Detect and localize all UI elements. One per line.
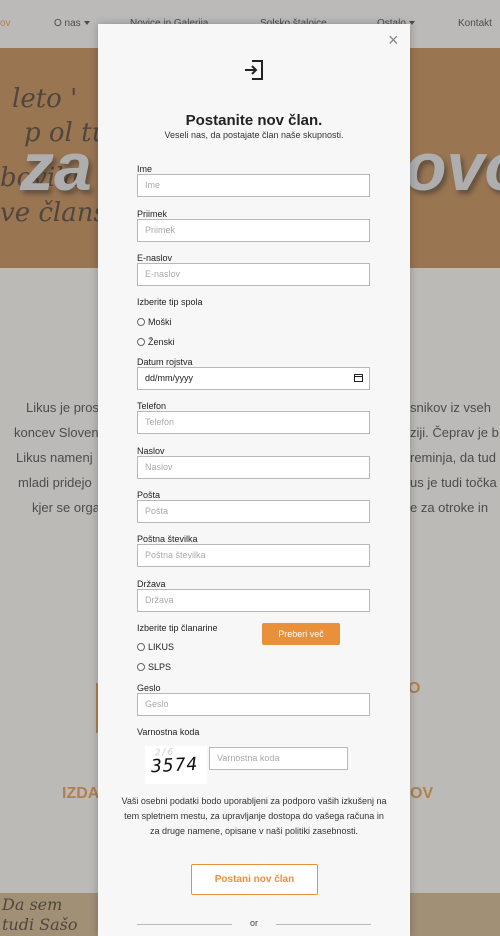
login-icon — [245, 60, 263, 80]
or-separator: or — [249, 918, 258, 928]
become-member-button[interactable]: Postani nov član — [191, 864, 318, 895]
address-input[interactable]: Naslov — [137, 456, 370, 479]
field-label: Izberite tip spola — [137, 297, 203, 307]
radio-label: Ženski — [148, 337, 175, 347]
post-input[interactable]: Pošta — [137, 500, 370, 523]
radio-circle — [137, 338, 145, 346]
radio-label: LIKUS — [148, 642, 175, 652]
field-label: Poštna številka — [137, 534, 198, 544]
captcha-image: 2/6 3574 — [145, 746, 207, 784]
gender-radio-male[interactable]: Moški — [137, 317, 172, 327]
radio-circle — [137, 318, 145, 326]
field-label: Pošta — [137, 490, 161, 500]
membership-radio-slps[interactable]: SLPS — [137, 662, 171, 672]
gender-radio-female[interactable]: Ženski — [137, 337, 175, 347]
password-input[interactable]: Geslo — [137, 693, 370, 716]
field-label: Priimek — [137, 209, 168, 219]
postal-code-input[interactable]: Poštna številka — [137, 544, 370, 567]
field-label: Država — [137, 579, 166, 589]
field-label: Naslov — [137, 446, 165, 456]
phone-input[interactable]: Telefon — [137, 411, 370, 434]
radio-circle — [137, 663, 145, 671]
calendar-icon[interactable] — [354, 374, 363, 382]
modal-subtitle: Veseli nas, da postajate član naše skupn… — [164, 130, 344, 140]
date-format: dd/mm/yyyy — [145, 373, 194, 383]
field-label: Telefon — [137, 401, 167, 411]
close-icon[interactable]: × — [388, 31, 399, 49]
radio-label: Moški — [148, 317, 172, 327]
captcha-input[interactable]: Varnostna koda — [209, 747, 348, 770]
radio-label: SLPS — [148, 662, 172, 672]
birthdate-input[interactable]: dd/mm/yyyy — [137, 367, 370, 390]
last-name-input[interactable]: Priimek — [137, 219, 370, 242]
membership-radio-likus[interactable]: LIKUS — [137, 642, 174, 652]
field-label: Varnostna koda — [137, 727, 200, 737]
first-name-input[interactable]: Ime — [137, 174, 370, 197]
field-label: Izberite tip članarine — [137, 623, 218, 633]
country-input[interactable]: Država — [137, 589, 370, 612]
modal-title: Postanite nov član. — [185, 112, 323, 129]
field-label: E-naslov — [137, 253, 173, 263]
read-more-button[interactable]: Preberi več — [262, 623, 340, 645]
email-input[interactable]: E-naslov — [137, 263, 370, 286]
registration-modal: × Postanite nov član. Veseli nas, da pos… — [98, 24, 410, 936]
privacy-notice: Vaši osebni podatki bodo uporabljeni za … — [121, 796, 387, 836]
captcha-code: 3574 — [150, 753, 199, 778]
radio-circle — [137, 643, 145, 651]
field-label: Geslo — [137, 683, 161, 693]
field-label: Datum rojstva — [137, 357, 193, 367]
divider — [276, 924, 371, 925]
field-label: Ime — [137, 164, 153, 174]
